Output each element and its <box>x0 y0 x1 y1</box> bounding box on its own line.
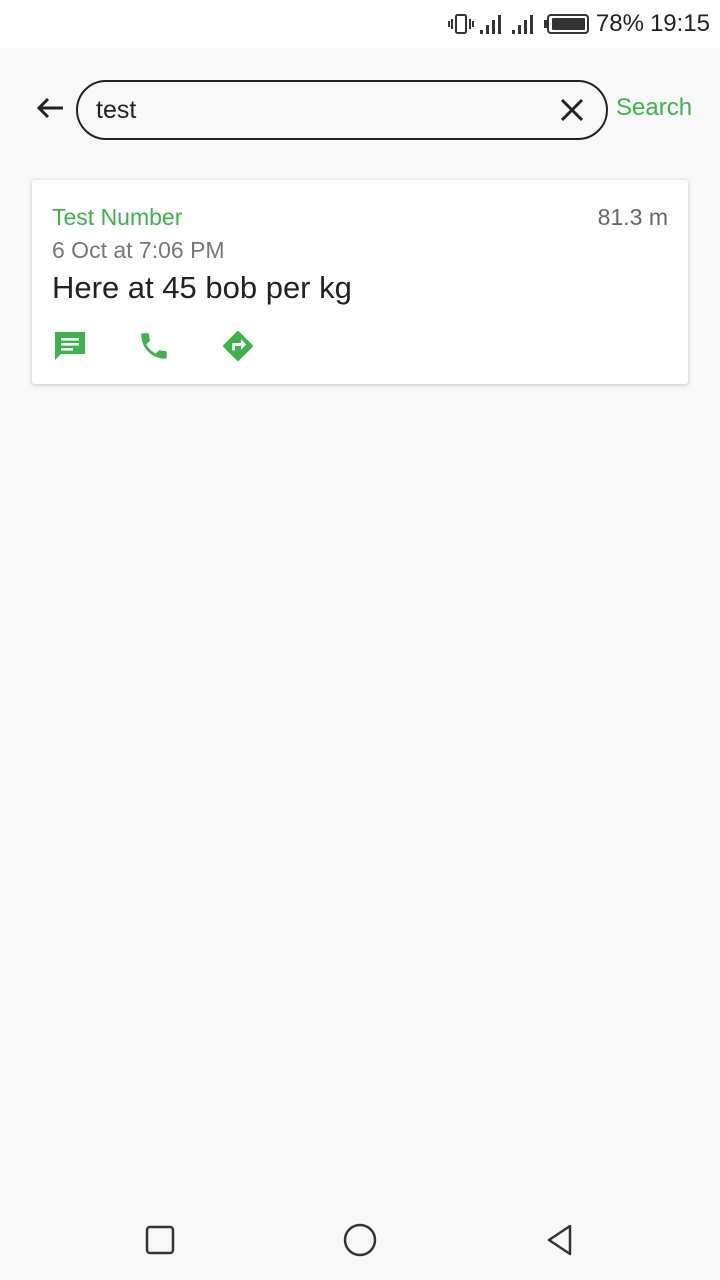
home-circle-icon <box>343 1223 377 1262</box>
vibrate-icon <box>447 12 474 36</box>
status-bar: 78% 19:15 <box>0 0 720 48</box>
signal-icon <box>511 13 538 35</box>
recents-button[interactable] <box>140 1222 180 1262</box>
call-button[interactable] <box>134 328 174 368</box>
clock: 19:15 <box>649 10 710 37</box>
nav-back-button[interactable] <box>540 1222 580 1262</box>
directions-button[interactable] <box>218 328 258 368</box>
search-button[interactable]: Search <box>616 94 692 122</box>
battery-percent: 78% <box>595 10 644 37</box>
message-text: Here at 45 bob per kg <box>52 270 352 305</box>
status-icons: 78% 19:15 <box>447 0 710 48</box>
message-button[interactable] <box>50 328 90 368</box>
recents-square-icon <box>145 1225 175 1260</box>
back-button[interactable] <box>30 90 70 130</box>
clear-icon[interactable] <box>558 96 586 124</box>
distance-label: 81.3 m <box>597 204 668 230</box>
home-button[interactable] <box>340 1222 380 1262</box>
search-input[interactable] <box>96 82 526 138</box>
signal-icon <box>479 13 506 35</box>
contact-name[interactable]: Test Number <box>52 204 182 231</box>
back-triangle-icon <box>544 1223 576 1262</box>
battery-icon <box>543 13 590 35</box>
directions-icon <box>220 328 256 369</box>
phone-icon <box>137 329 171 368</box>
result-card[interactable]: Test Number 81.3 m 6 Oct at 7:06 PM Here… <box>32 180 688 384</box>
search-box <box>76 80 608 140</box>
screen: 78% 19:15 Search Test Number 81.3 m 6 Oc… <box>0 0 720 1280</box>
message-icon <box>52 329 88 368</box>
timestamp: 6 Oct at 7:06 PM <box>52 237 225 263</box>
back-arrow-icon <box>35 96 65 125</box>
